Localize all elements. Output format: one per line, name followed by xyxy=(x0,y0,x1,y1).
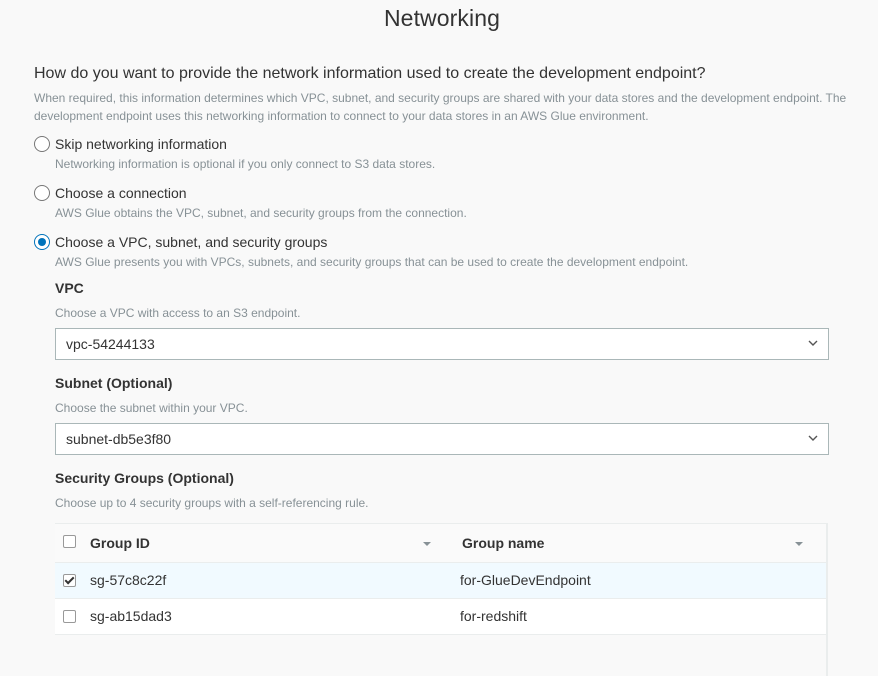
option-skip-networking-label[interactable]: Skip networking information xyxy=(55,136,227,152)
page-title: Networking xyxy=(383,5,501,31)
radio-skip-networking[interactable] xyxy=(34,136,50,152)
column-header-group-id[interactable]: Group ID xyxy=(90,535,150,551)
table-scroll-edge xyxy=(826,523,828,676)
sort-caret-icon[interactable] xyxy=(423,542,431,546)
option-choose-vpc[interactable]: Choose a VPC, subnet, and security group… xyxy=(34,234,327,250)
select-all-checkbox[interactable] xyxy=(63,535,76,548)
security-groups-label: Security Groups (Optional) xyxy=(55,470,234,486)
subnet-select[interactable]: subnet-db5e3f80 xyxy=(55,423,829,455)
table-row[interactable]: sg-57c8c22f for-GlueDevEndpoint xyxy=(55,563,827,599)
network-intro: When required, this information determin… xyxy=(34,91,847,123)
security-groups-table: Group ID Group name sg-57c8c22f for-Glue… xyxy=(55,523,827,635)
radio-choose-connection[interactable] xyxy=(34,185,50,201)
group-name-cell: for-GlueDevEndpoint xyxy=(460,572,591,588)
chevron-down-icon xyxy=(808,340,818,346)
vpc-label: VPC xyxy=(55,280,84,296)
group-id-cell: sg-57c8c22f xyxy=(90,572,167,588)
networking-page: Networking How do you want to provide th… xyxy=(0,0,878,676)
column-header-group-name[interactable]: Group name xyxy=(462,535,544,551)
option-choose-vpc-label[interactable]: Choose a VPC, subnet, and security group… xyxy=(55,234,327,250)
option-skip-networking[interactable]: Skip networking information xyxy=(34,136,227,152)
sort-caret-icon[interactable] xyxy=(795,542,803,546)
vpc-select-value: vpc-54244133 xyxy=(66,336,155,352)
option-skip-networking-description: Networking information is optional if yo… xyxy=(55,157,436,171)
subnet-label: Subnet (Optional) xyxy=(55,375,173,391)
subnet-select-value: subnet-db5e3f80 xyxy=(66,431,172,447)
group-name-cell: for-redshift xyxy=(460,608,527,624)
row-checkbox[interactable] xyxy=(63,574,76,587)
chevron-down-icon xyxy=(808,435,818,441)
subnet-help: Choose the subnet within your VPC. xyxy=(55,401,248,415)
security-groups-help: Choose up to 4 security groups with a se… xyxy=(55,496,369,510)
table-header: Group ID Group name xyxy=(55,523,827,563)
option-choose-connection[interactable]: Choose a connection xyxy=(34,185,187,201)
radio-choose-vpc[interactable] xyxy=(34,234,50,250)
option-choose-vpc-description: AWS Glue presents you with VPCs, subnets… xyxy=(55,255,689,269)
network-question: How do you want to provide the network i… xyxy=(34,65,706,82)
option-choose-connection-description: AWS Glue obtains the VPC, subnet, and se… xyxy=(55,206,467,220)
row-checkbox[interactable] xyxy=(63,610,76,623)
option-choose-connection-label[interactable]: Choose a connection xyxy=(55,185,187,201)
table-row[interactable]: sg-ab15dad3 for-redshift xyxy=(55,599,827,635)
group-id-cell: sg-ab15dad3 xyxy=(90,608,172,624)
vpc-help: Choose a VPC with access to an S3 endpoi… xyxy=(55,306,301,320)
vpc-select[interactable]: vpc-54244133 xyxy=(55,328,829,360)
